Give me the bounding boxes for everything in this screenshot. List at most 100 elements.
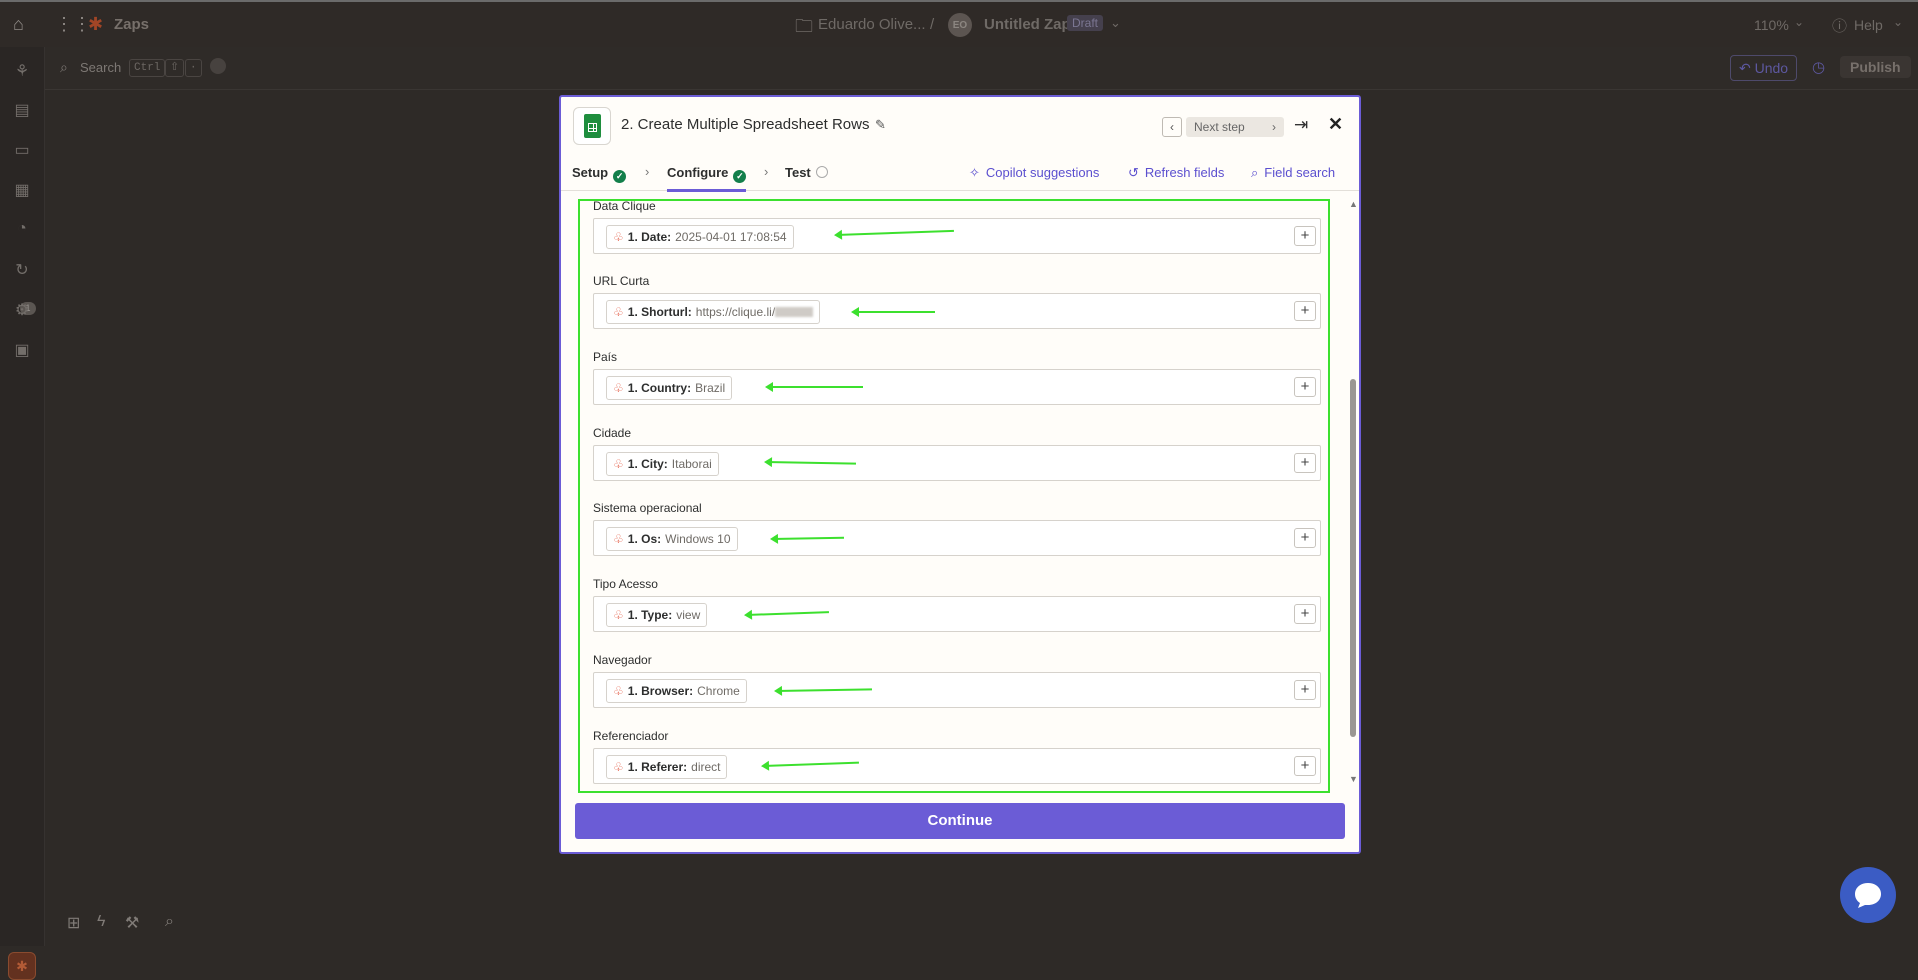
tab-test[interactable]: Test	[785, 165, 828, 180]
mapped-value-pill[interactable]: ♧ 1. Country: Brazil	[606, 376, 733, 400]
field-referenciador: Referenciador ♧ 1. Referer: direct +	[593, 729, 1321, 784]
mapped-value-pill[interactable]: ♧ 1. Browser: Chrome	[606, 679, 747, 703]
field-label: Referenciador	[593, 729, 669, 743]
mapped-value-pill[interactable]: ♧ 1. City: Itaborai	[606, 452, 719, 476]
mapped-value-pill[interactable]: ♧ 1. Date: 2025-04-01 17:08:54	[606, 225, 794, 249]
app-name[interactable]: Zaps	[114, 16, 149, 33]
publish-button[interactable]: Publish	[1840, 56, 1911, 78]
tab-configure[interactable]: Configure ✓	[667, 165, 747, 192]
close-icon[interactable]: ✕	[1328, 114, 1343, 135]
wrench-icon[interactable]: ⚒	[125, 913, 139, 933]
field-search-button[interactable]: ⌕ Field search	[1251, 165, 1335, 181]
settings-icon[interactable]: ⚙	[12, 300, 32, 320]
add-button[interactable]: +	[1294, 528, 1316, 548]
field-input[interactable]: ♧ 1. Country: Brazil +	[593, 369, 1321, 405]
help-chevron-icon[interactable]: ⌄	[1893, 15, 1903, 29]
comment-icon[interactable]: ▭	[12, 140, 32, 160]
scroll-down-icon[interactable]: ▼	[1349, 774, 1358, 784]
check-icon: ✓	[613, 170, 627, 183]
annotation-arrow	[851, 307, 935, 317]
lightning-icon[interactable]: ϟ	[97, 913, 105, 931]
app-grid-icon[interactable]: ⋮⋮	[55, 14, 91, 35]
version-history-icon[interactable]: ◷	[1812, 58, 1825, 76]
field-input[interactable]: ♧ 1. Browser: Chrome +	[593, 672, 1321, 708]
field-input[interactable]: ♧ 1. Date: 2025-04-01 17:08:54 +	[593, 218, 1321, 254]
history-icon[interactable]: ↻	[12, 260, 32, 280]
clock-icon[interactable]: ◔	[12, 220, 32, 240]
scroll-up-icon[interactable]: ▲	[1349, 199, 1358, 209]
add-apps-icon[interactable]: ⊞	[67, 913, 80, 933]
pill-key: 1. Referer:	[627, 760, 688, 774]
tab-test-label: Test	[785, 165, 811, 180]
refresh-fields-button[interactable]: ↺ Refresh fields	[1128, 165, 1224, 181]
field-list: Data Clique ♧ 1. Date: 2025-04-01 17:08:54…	[577, 199, 1329, 791]
expand-panel-icon[interactable]: ⇥	[1294, 115, 1308, 135]
pill-key: 1. Type:	[627, 608, 673, 622]
google-sheets-icon	[573, 107, 611, 145]
pencil-icon[interactable]: ✎	[875, 117, 886, 133]
add-button[interactable]: +	[1294, 301, 1316, 321]
pill-value: https://clique.li/	[695, 305, 776, 319]
breadcrumb-owner[interactable]: Eduardo Olive...	[818, 16, 926, 33]
check-icon: ✓	[733, 170, 747, 183]
scrollbar[interactable]: ▲ ▼	[1348, 199, 1358, 789]
zoom-chevron-icon[interactable]: ⌄	[1794, 15, 1804, 29]
help-icon[interactable]: ⓘ	[1832, 15, 1847, 36]
search-icon: ⌕	[1251, 165, 1259, 180]
zap-title[interactable]: Untitled Zap	[984, 16, 1071, 33]
storage-icon[interactable]: ▣	[12, 340, 32, 360]
pill-key: 1. Browser:	[627, 684, 694, 698]
status-badge: Draft	[1067, 15, 1104, 31]
field-input[interactable]: ♧ 1. Type: view +	[593, 596, 1321, 632]
tab-setup[interactable]: Setup ✓	[572, 165, 627, 183]
undo-icon: ↶	[1739, 60, 1755, 76]
add-button[interactable]: +	[1294, 377, 1316, 397]
add-button[interactable]: +	[1294, 604, 1316, 624]
next-step-button[interactable]: Next step ›	[1186, 117, 1284, 137]
mapped-value-pill[interactable]: ♧ 1. Type: view	[606, 603, 708, 627]
shortcut-shift-key: ⇧	[165, 59, 185, 77]
add-button[interactable]: +	[1294, 756, 1316, 776]
zap-assistant-button[interactable]: ✱	[8, 952, 36, 980]
field-input[interactable]: ♧ 1. City: Itaborai +	[593, 445, 1321, 481]
copilot-label: Copilot suggestions	[985, 165, 1100, 180]
next-step-label: Next step	[1194, 120, 1245, 134]
toggle-switch[interactable]	[210, 58, 226, 74]
top-bar: ⌂ ⋮⋮ ✱ Zaps 🗀 Eduardo Olive... / EO Unti…	[0, 0, 1918, 47]
search-icon[interactable]: ⌕	[60, 59, 68, 76]
chat-support-button[interactable]	[1840, 867, 1896, 923]
help-label[interactable]: Help	[1854, 17, 1883, 33]
step-tabs: Setup ✓ › Configure ✓ › Test ✧ Copilot sugg…	[561, 157, 1359, 192]
continue-button[interactable]: Continue	[575, 803, 1345, 839]
home-icon[interactable]: ⌂	[13, 14, 24, 35]
field-input[interactable]: ♧ 1. Os: Windows 10 +	[593, 520, 1321, 556]
previous-step-button[interactable]: ‹	[1162, 117, 1182, 137]
zoom-level[interactable]: 110%	[1754, 17, 1789, 33]
add-button[interactable]: +	[1294, 680, 1316, 700]
pill-value: Chrome	[697, 684, 740, 698]
refresh-icon: ↺	[1128, 165, 1139, 180]
search-label[interactable]: Search	[80, 60, 121, 75]
apps-icon[interactable]: ⚘	[12, 61, 32, 81]
pill-key: 1. City:	[627, 457, 668, 471]
field-navegador: Navegador ♧ 1. Browser: Chrome +	[593, 653, 1321, 708]
copilot-suggestions-button[interactable]: ✧ Copilot suggestions	[969, 165, 1099, 181]
document-icon[interactable]: ▤	[12, 100, 32, 120]
chevron-down-icon[interactable]: ⌄	[1110, 15, 1121, 31]
add-button[interactable]: +	[1294, 453, 1316, 473]
pill-value: Windows 10	[665, 532, 731, 546]
mapped-value-pill[interactable]: ♧ 1. Referer: direct	[606, 755, 728, 779]
field-input[interactable]: ♧ 1. Referer: direct +	[593, 748, 1321, 784]
scrollbar-thumb[interactable]	[1350, 379, 1356, 737]
field-label: Tipo Acesso	[593, 577, 658, 591]
mapped-value-pill[interactable]: ♧ 1. Os: Windows 10	[606, 527, 738, 551]
undo-button[interactable]: ↶ Undo	[1730, 55, 1798, 81]
field-input[interactable]: ♧ 1. Shorturl: https://clique.li/ +	[593, 293, 1321, 329]
avatar[interactable]: EO	[948, 13, 972, 37]
calendar-icon[interactable]: ▦	[12, 180, 32, 200]
webhook-icon: ♧	[613, 684, 624, 698]
canvas-search-icon[interactable]: ⌕	[165, 913, 174, 931]
pill-value: Brazil	[695, 381, 726, 395]
add-button[interactable]: +	[1294, 226, 1316, 246]
mapped-value-pill[interactable]: ♧ 1. Shorturl: https://clique.li/	[606, 300, 821, 324]
